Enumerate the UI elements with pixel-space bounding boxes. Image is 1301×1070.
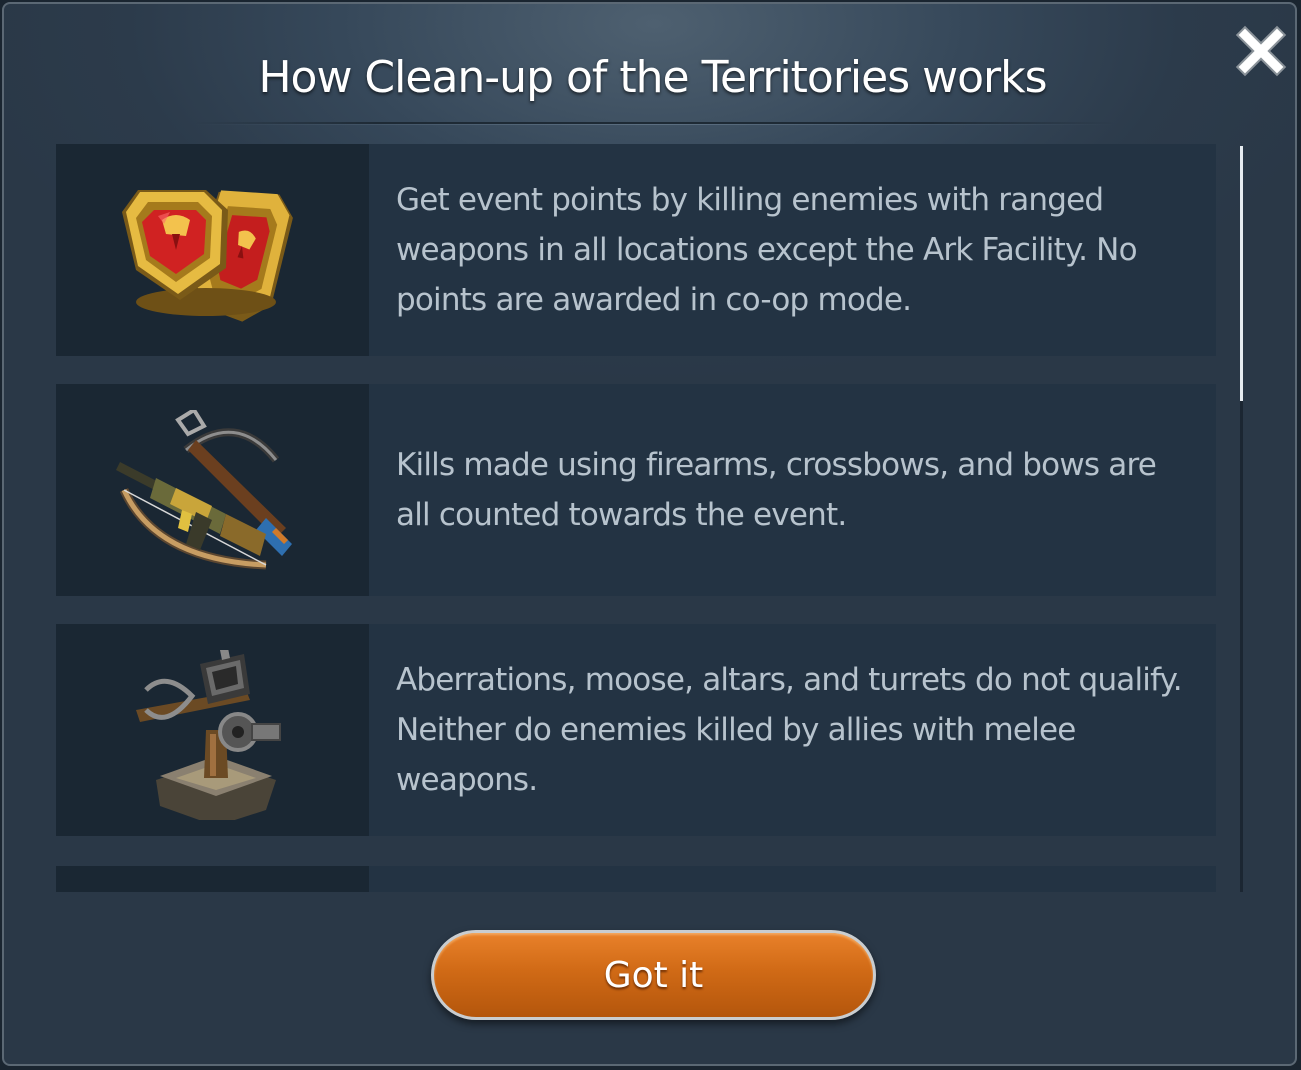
icon-cell [56,384,369,596]
got-it-button[interactable]: Got it [431,930,876,1020]
list-item: Aberrations, moose, altars, and turrets … [56,624,1216,836]
rule-text-content: Aberrations, moose, altars, and turrets … [396,662,1183,798]
list-item [56,866,1216,892]
rule-text: Get event points by killing enemies with… [396,144,1196,356]
rules-list[interactable]: Get event points by killing enemies with… [56,144,1218,892]
event-tokens-icon [122,190,293,322]
rule-text: Aberrations, moose, altars, and turrets … [396,624,1196,836]
rule-text: Kills made using firearms, crossbows, an… [396,384,1196,596]
rule-text-content: Get event points by killing enemies with… [396,182,1138,318]
turret-icon [136,650,281,820]
ranged-weapons-icon [116,410,292,570]
close-button[interactable] [1234,24,1288,78]
title-divider-highlight [194,124,1114,125]
close-icon [1235,25,1287,77]
dialog-title: How Clean-up of the Territories works [258,52,1047,103]
got-it-label: Got it [603,954,704,996]
list-item: Kills made using firearms, crossbows, an… [56,384,1216,596]
list-item: Get event points by killing enemies with… [56,144,1216,356]
icon-cell [56,144,369,356]
icon-cell [56,866,369,892]
scrollbar-thumb[interactable] [1240,146,1243,401]
event-info-dialog: How Clean-up of the Territories works Ge… [2,2,1297,1066]
rule-text-content: Kills made using firearms, crossbows, an… [396,447,1157,533]
icon-cell [56,624,369,836]
